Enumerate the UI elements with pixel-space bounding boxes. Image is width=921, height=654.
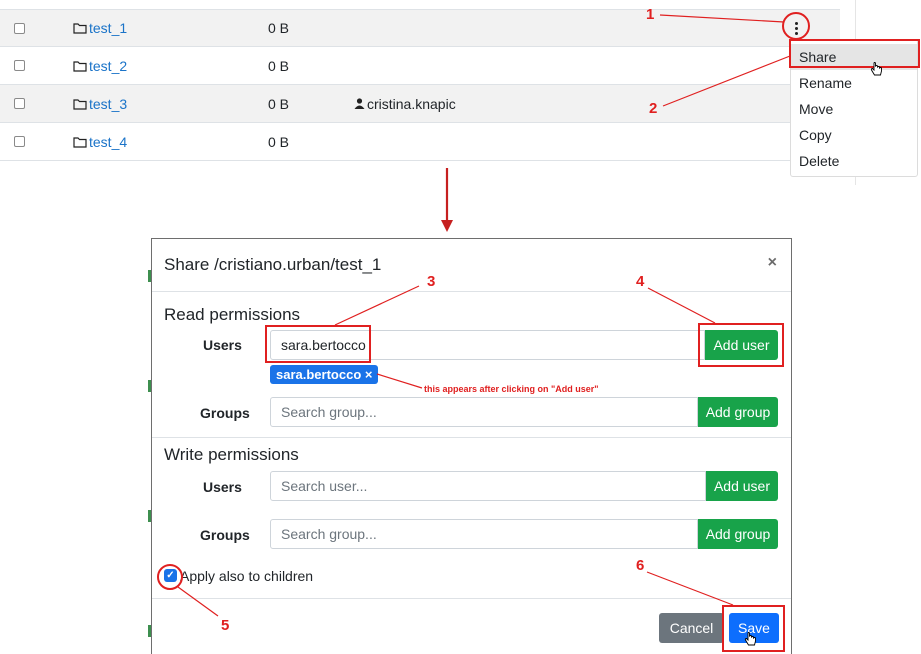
row-checkbox[interactable] bbox=[14, 60, 25, 71]
annotation-number: 5 bbox=[221, 617, 230, 634]
file-size: 0 B bbox=[268, 20, 290, 36]
annotation-circle bbox=[782, 12, 810, 40]
file-name-link[interactable]: test_1 bbox=[73, 20, 127, 36]
annotation-circle bbox=[157, 564, 183, 590]
write-permissions-title: Write permissions bbox=[164, 445, 299, 464]
hand-cursor-icon bbox=[870, 62, 882, 76]
file-name[interactable]: test_2 bbox=[89, 58, 127, 74]
cancel-button[interactable]: Cancel bbox=[659, 613, 724, 643]
folder-icon bbox=[73, 23, 87, 34]
share-modal: Share /cristiano.urban/test_1 × Read per… bbox=[151, 238, 792, 654]
annotation-number: 4 bbox=[636, 273, 645, 290]
read-users-label: Users bbox=[203, 337, 242, 353]
annotation-number: 2 bbox=[649, 100, 658, 117]
modal-title: Share /cristiano.urban/test_1 bbox=[164, 255, 382, 274]
row-checkbox[interactable] bbox=[14, 22, 25, 34]
apply-children-label[interactable]: Apply also to children bbox=[180, 568, 313, 584]
file-size: 0 B bbox=[268, 133, 290, 150]
annotation-box bbox=[265, 325, 371, 363]
write-add-group-button[interactable]: Add group bbox=[698, 519, 778, 549]
file-name-link[interactable]: test_4 bbox=[73, 134, 127, 150]
file-table: test_1 0 B test_2 0 B test_3 0 B cristin… bbox=[0, 9, 840, 161]
file-name[interactable]: test_4 bbox=[89, 134, 127, 150]
close-icon[interactable]: × bbox=[768, 254, 777, 272]
write-groups-input[interactable]: Search group... bbox=[270, 519, 698, 549]
annotation-number: 6 bbox=[636, 557, 645, 574]
file-name-link[interactable]: test_2 bbox=[73, 58, 127, 74]
menu-item-copy[interactable]: Copy bbox=[791, 122, 917, 148]
file-name[interactable]: test_1 bbox=[89, 20, 127, 36]
hand-cursor-icon bbox=[744, 632, 756, 646]
folder-icon bbox=[73, 98, 87, 110]
read-groups-input[interactable]: Search group... bbox=[270, 397, 698, 427]
table-row[interactable]: test_1 0 B bbox=[0, 9, 840, 47]
read-groups-label: Groups bbox=[200, 405, 250, 421]
annotation-number: 3 bbox=[427, 273, 436, 290]
menu-item-delete[interactable]: Delete bbox=[791, 148, 917, 174]
file-name-link[interactable]: test_3 bbox=[73, 96, 127, 112]
table-row[interactable]: test_3 0 B cristina.knapic bbox=[0, 85, 840, 123]
annotation-box bbox=[789, 39, 920, 68]
file-owner: cristina.knapic bbox=[354, 96, 456, 112]
folder-icon bbox=[73, 136, 87, 148]
annotation-number: 1 bbox=[646, 6, 655, 23]
annotation-box bbox=[698, 323, 784, 367]
read-permissions-title: Read permissions bbox=[164, 305, 301, 324]
table-row[interactable]: test_4 0 B bbox=[0, 123, 840, 161]
write-users-input[interactable]: Search user... bbox=[270, 471, 706, 501]
menu-item-rename[interactable]: Rename bbox=[791, 70, 917, 96]
read-add-group-button[interactable]: Add group bbox=[698, 397, 778, 427]
file-size: 0 B bbox=[268, 95, 290, 112]
table-row[interactable]: test_2 0 B bbox=[0, 47, 840, 85]
user-icon bbox=[354, 98, 365, 109]
file-size: 0 B bbox=[268, 57, 290, 74]
row-checkbox[interactable] bbox=[14, 136, 25, 147]
arrow-head-icon bbox=[441, 220, 453, 232]
write-users-label: Users bbox=[203, 479, 242, 495]
write-groups-label: Groups bbox=[200, 527, 250, 543]
divider bbox=[152, 437, 791, 438]
write-add-user-button[interactable]: Add user bbox=[706, 471, 778, 501]
owner-name: cristina.knapic bbox=[367, 95, 456, 112]
menu-item-move[interactable]: Move bbox=[791, 96, 917, 122]
user-tag[interactable]: sara.bertocco × bbox=[270, 365, 379, 384]
divider bbox=[152, 598, 791, 599]
row-checkbox[interactable] bbox=[14, 98, 25, 109]
folder-icon bbox=[73, 60, 87, 72]
file-name[interactable]: test_3 bbox=[89, 96, 127, 112]
divider bbox=[152, 291, 791, 292]
annotation-note: this appears after clicking on "Add user… bbox=[424, 384, 599, 394]
